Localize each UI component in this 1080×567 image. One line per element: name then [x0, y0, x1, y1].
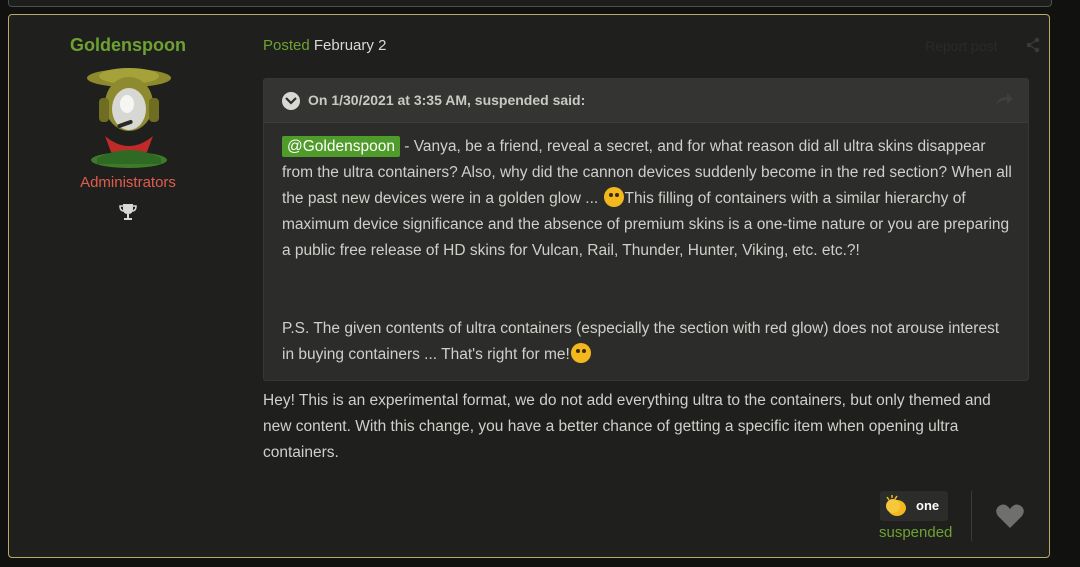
post-meta: Posted February 2	[263, 37, 386, 54]
reaction-count: one	[916, 498, 940, 513]
reactor-name[interactable]: suspended	[879, 524, 952, 541]
share-icon[interactable]	[1025, 37, 1041, 53]
mention-link[interactable]: @Goldenspoon	[282, 136, 400, 157]
reaction-divider	[971, 491, 972, 541]
rolling-eyes-emoji-icon	[603, 187, 624, 207]
quote-citation: On 1/30/2021 at 3:35 AM, suspended said:	[308, 92, 586, 108]
quote-body: @Goldenspoon - Vanya, be a friend, revea…	[282, 134, 1012, 368]
heart-icon[interactable]	[995, 502, 1025, 530]
quote-share-icon[interactable]	[994, 91, 1014, 107]
previous-post-edge	[8, 0, 1052, 7]
quote-block: On 1/30/2021 at 3:35 AM, suspended said:…	[263, 78, 1029, 381]
quote-text-ps: P.S. The given contents of ultra contain…	[282, 320, 1000, 363]
report-post-link[interactable]: Report post	[925, 38, 997, 54]
forum-post: Goldenspoon Administrators Posted Februa…	[8, 14, 1050, 558]
post-date[interactable]: February 2	[314, 37, 387, 54]
avatar[interactable]	[87, 64, 171, 168]
trophy-icon[interactable]	[117, 201, 139, 223]
author-role: Administrators	[80, 174, 176, 191]
posted-label: Posted	[263, 37, 310, 54]
chevron-down-icon[interactable]	[282, 92, 300, 110]
reply-text: Hey! This is an experimental format, we …	[263, 392, 991, 461]
author-name[interactable]: Goldenspoon	[9, 35, 247, 56]
clapping-hands-icon	[886, 495, 906, 516]
thinking-emoji-icon	[570, 343, 591, 363]
quote-header[interactable]: On 1/30/2021 at 3:35 AM, suspended said:	[264, 79, 1028, 123]
reaction-badge[interactable]: one	[880, 491, 948, 521]
